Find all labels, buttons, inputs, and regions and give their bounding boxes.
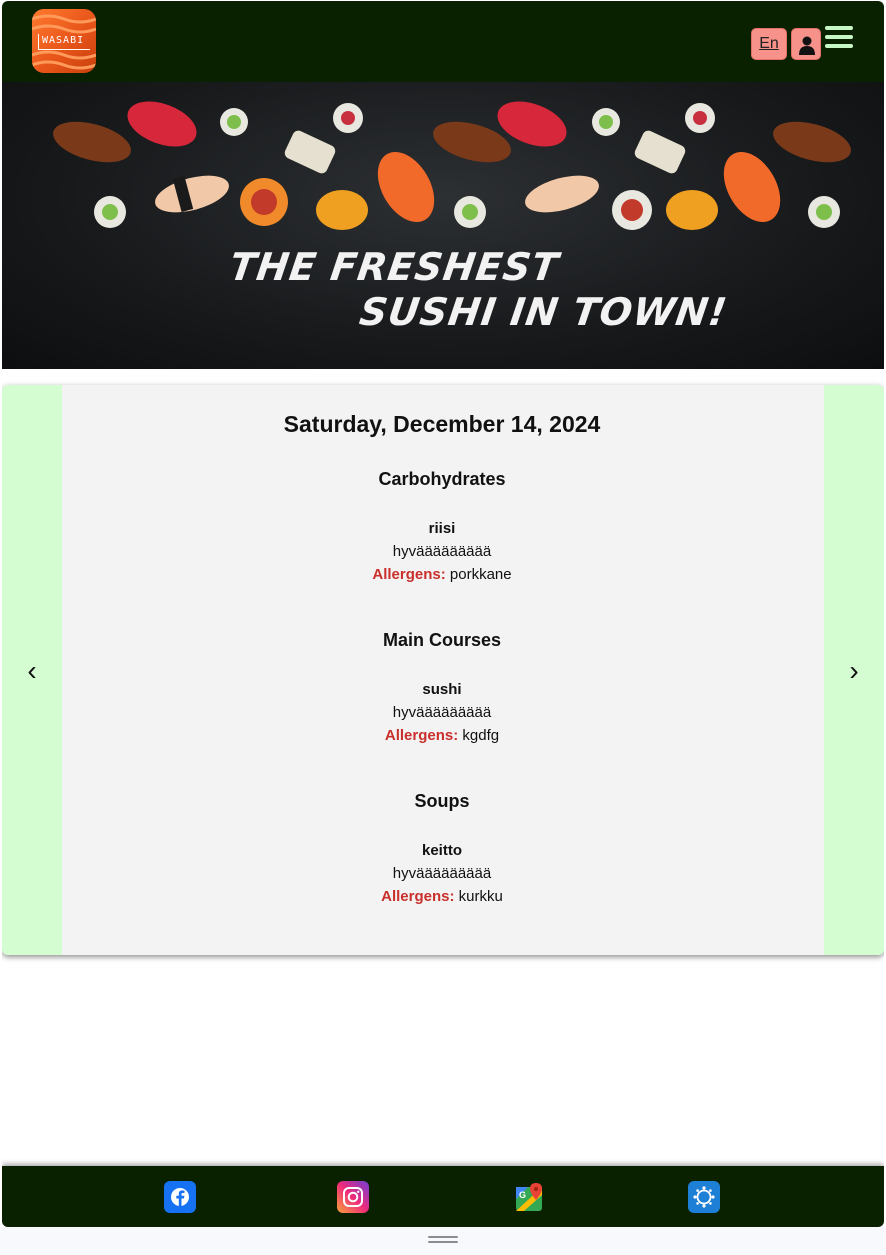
user-icon	[799, 36, 815, 55]
svg-text:G: G	[519, 1190, 526, 1200]
menu-content: Saturday, December 14, 2024 Carbohydrate…	[62, 385, 822, 955]
drag-handle-icon[interactable]	[428, 1236, 458, 1243]
allergens-label: Allergens:	[381, 888, 455, 905]
logo-text: WASABI	[38, 34, 90, 50]
language-button[interactable]: En	[751, 28, 787, 60]
wasabi-logo[interactable]: WASABI	[32, 9, 96, 73]
hero-slogan-line2: SUSHI IN TOWN!	[356, 290, 731, 334]
allergens-value: kurkku	[458, 888, 503, 905]
hero-banner: THE FRESHEST SUSHI IN TOWN!	[2, 82, 884, 369]
footer: G	[2, 1166, 884, 1227]
menu-date: Saturday, December 14, 2024	[283, 411, 601, 437]
allergens-value: kgdfg	[462, 727, 500, 744]
dish-description: hyväääääääää	[392, 543, 492, 560]
user-button[interactable]	[791, 28, 821, 60]
allergens-label: Allergens:	[384, 727, 459, 744]
dish-description: hyväääääääää	[392, 865, 492, 882]
category-title: Soups	[414, 791, 470, 811]
category-title: Main Courses	[382, 630, 502, 650]
header: WASABI En	[2, 1, 884, 82]
dish-allergens: Allergens: kurkku	[62, 888, 822, 905]
dish-description: hyväääääääää	[392, 704, 492, 721]
dish-allergens: Allergens: kgdfg	[62, 727, 822, 744]
chevron-left-icon: ‹	[27, 655, 37, 686]
prev-day-button[interactable]: ‹	[2, 385, 62, 955]
instagram-icon[interactable]	[337, 1181, 369, 1213]
allergens-value: porkkane	[449, 566, 512, 583]
app-frame: WASABI En THE FRESHEST SUSHI IN TOWN! ‹ …	[2, 1, 884, 1227]
next-day-button[interactable]: ›	[824, 385, 884, 955]
hamburger-menu-icon[interactable]	[824, 25, 854, 53]
facebook-icon[interactable]	[164, 1181, 196, 1213]
category-title: Carbohydrates	[378, 469, 506, 489]
dish-name: sushi	[422, 681, 462, 698]
dish-name: keitto	[421, 842, 462, 859]
bottom-resize-bar	[0, 1227, 886, 1255]
dish-name: riisi	[428, 520, 456, 537]
website-icon[interactable]	[688, 1181, 720, 1213]
dish-allergens: Allergens: porkkane	[62, 566, 822, 583]
chevron-right-icon: ›	[849, 655, 859, 686]
google-maps-icon[interactable]: G	[514, 1181, 546, 1213]
allergens-label: Allergens:	[372, 566, 446, 583]
daily-menu-card: ‹ Saturday, December 14, 2024 Carbohydra…	[2, 385, 884, 955]
hero-slogan-line1: THE FRESHEST	[226, 245, 562, 289]
